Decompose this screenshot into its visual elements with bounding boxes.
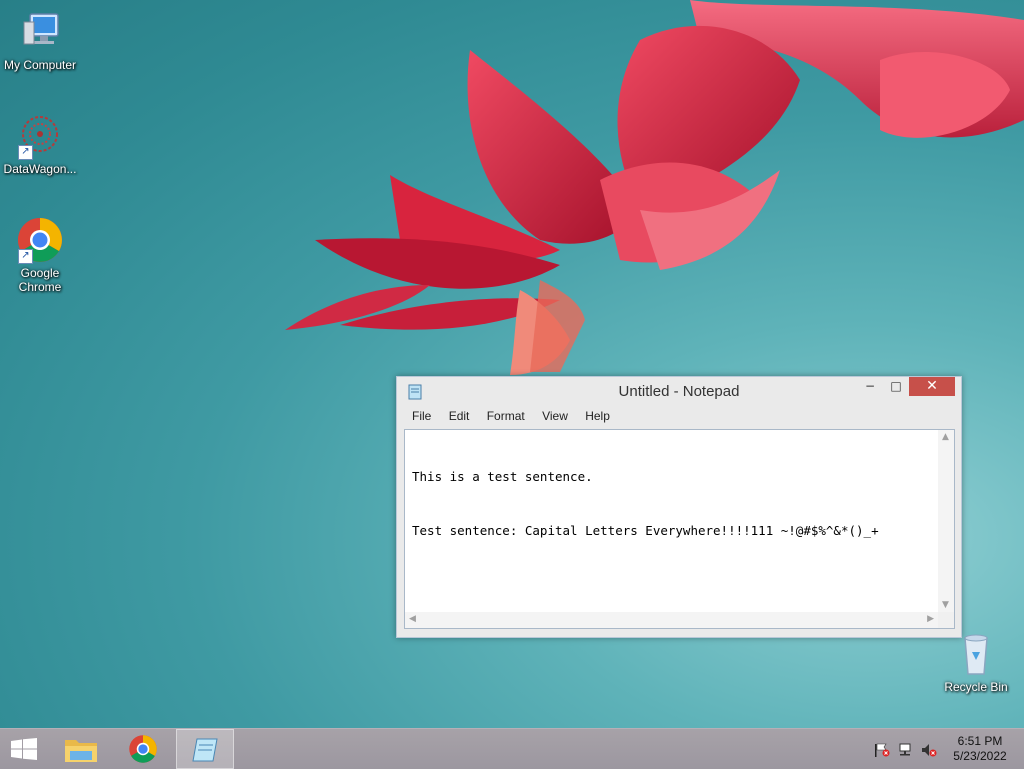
notepad-icon xyxy=(192,738,218,762)
desktop-icon-label: Recycle Bin xyxy=(944,680,1008,694)
datawagon-icon: ↗ xyxy=(16,112,64,160)
start-button[interactable] xyxy=(0,729,56,769)
desktop-icon-label: DataWagon... xyxy=(3,162,77,176)
chrome-icon: ↗ xyxy=(16,216,64,264)
network-icon[interactable] xyxy=(898,742,914,756)
clock-date: 5/23/2022 xyxy=(953,749,1007,763)
volume-muted-icon[interactable] xyxy=(921,742,937,757)
desktop-icon-google-chrome[interactable]: ↗ Google Chrome xyxy=(0,216,80,294)
close-button[interactable]: ✕ xyxy=(909,377,955,396)
windows-logo-icon xyxy=(11,738,37,760)
taskbar: 6:51 PM 5/23/2022 xyxy=(0,728,1024,769)
scroll-left-icon[interactable]: ◀ xyxy=(409,614,416,624)
text-line: This is a test sentence. xyxy=(412,469,593,484)
minimize-button[interactable]: − xyxy=(859,379,881,399)
clock[interactable]: 6:51 PM 5/23/2022 xyxy=(944,734,1016,764)
taskbar-notepad[interactable] xyxy=(176,729,234,769)
shortcut-arrow-icon: ↗ xyxy=(18,145,33,160)
editor-text[interactable]: This is a test sentence. Test sentence: … xyxy=(412,432,879,576)
taskbar-chrome[interactable] xyxy=(116,729,172,769)
chrome-icon xyxy=(129,735,157,763)
notepad-window[interactable]: Untitled - Notepad − □ ✕ File Edit Forma… xyxy=(396,376,962,638)
maximize-button[interactable]: □ xyxy=(885,379,907,399)
flag-icon[interactable] xyxy=(874,742,890,757)
scroll-down-icon[interactable]: ▼ xyxy=(942,600,949,610)
scroll-corner xyxy=(938,612,954,628)
desktop-icon-datawagon[interactable]: ↗ DataWagon... xyxy=(0,112,80,176)
folder-icon xyxy=(65,740,97,762)
title-bar[interactable]: Untitled - Notepad − □ ✕ xyxy=(397,377,961,405)
menu-bar: File Edit Format View Help xyxy=(405,409,617,427)
scroll-right-icon[interactable]: ▶ xyxy=(927,614,934,624)
shortcut-arrow-icon: ↗ xyxy=(18,249,33,264)
desktop-icon-label: Google Chrome xyxy=(18,266,62,294)
vertical-scrollbar[interactable]: ▲ ▼ xyxy=(938,430,954,612)
scroll-up-icon[interactable]: ▲ xyxy=(942,432,949,442)
desktop-icon-label: My Computer xyxy=(3,58,77,72)
taskbar-file-explorer[interactable] xyxy=(54,729,110,769)
horizontal-scrollbar[interactable]: ◀ ▶ xyxy=(405,612,938,628)
computer-icon xyxy=(16,8,64,56)
menu-view[interactable]: View xyxy=(538,409,572,423)
text-line: Test sentence: Capital Letters Everywher… xyxy=(412,523,879,538)
menu-file[interactable]: File xyxy=(408,409,435,423)
desktop-icon-my-computer[interactable]: My Computer xyxy=(0,8,80,72)
menu-help[interactable]: Help xyxy=(581,409,614,423)
menu-edit[interactable]: Edit xyxy=(445,409,474,423)
clock-time: 6:51 PM xyxy=(957,734,1003,748)
text-editor[interactable]: This is a test sentence. Test sentence: … xyxy=(404,429,955,629)
menu-format[interactable]: Format xyxy=(483,409,529,423)
desktop-icon-recycle-bin[interactable]: Recycle Bin xyxy=(936,630,1016,694)
